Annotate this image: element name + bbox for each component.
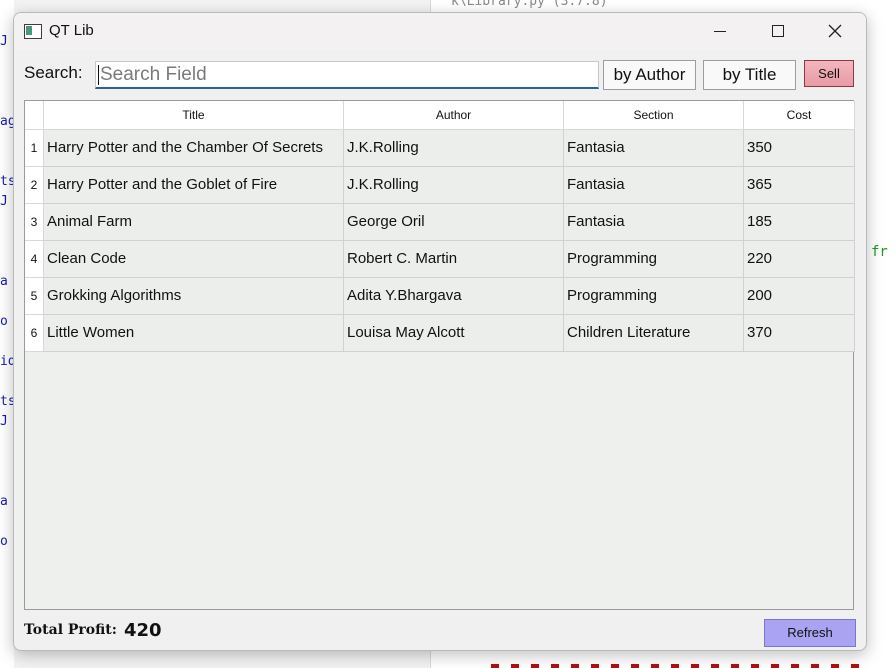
bg-glyph: J — [0, 414, 8, 429]
column-header-section[interactable]: Section — [564, 101, 744, 130]
bg-code-line — [491, 664, 871, 668]
window-title: QT Lib — [49, 22, 94, 39]
cell-author[interactable]: J.K.Rolling — [344, 167, 564, 204]
row-header[interactable]: 4 — [25, 241, 44, 278]
cell-section[interactable]: Fantasia — [564, 204, 744, 241]
close-icon[interactable] — [806, 13, 864, 50]
cell-section[interactable]: Programming — [564, 241, 744, 278]
cell-section[interactable]: Programming — [564, 278, 744, 315]
bg-code-fragment: fr — [871, 244, 888, 260]
row-header[interactable]: 2 — [25, 167, 44, 204]
cell-title[interactable]: Little Women — [44, 315, 344, 352]
cell-cost[interactable]: 370 — [744, 315, 855, 352]
cell-cost[interactable]: 200 — [744, 278, 855, 315]
background-editor-left: J ag ts J a o id ts J a o — [0, 0, 16, 668]
cell-cost[interactable]: 350 — [744, 130, 855, 167]
row-header[interactable]: 3 — [25, 204, 44, 241]
column-header-author[interactable]: Author — [344, 101, 564, 130]
search-input[interactable] — [95, 61, 599, 89]
window-app-icon — [24, 24, 42, 39]
cell-title[interactable]: Harry Potter and the Chamber Of Secrets — [44, 130, 344, 167]
bg-glyph: J — [0, 194, 8, 209]
cell-author[interactable]: Adita Y.Bhargava — [344, 278, 564, 315]
cell-section[interactable]: Fantasia — [564, 167, 744, 204]
total-profit-label: Total Profit: — [24, 622, 117, 638]
bg-editor-tab: k\Library.py (3.7.8) — [451, 0, 608, 9]
row-header[interactable]: 5 — [25, 278, 44, 315]
text-caret — [98, 65, 99, 85]
title-bar[interactable]: QT Lib — [14, 13, 866, 50]
cell-author[interactable]: George Oril — [344, 204, 564, 241]
cell-title[interactable]: Clean Code — [44, 241, 344, 278]
bg-glyph: o — [0, 534, 8, 549]
bg-glyph: a — [0, 274, 8, 289]
row-header[interactable]: 1 — [25, 130, 44, 167]
table-corner[interactable] — [25, 101, 44, 130]
bg-glyph: o — [0, 314, 8, 329]
maximize-icon[interactable] — [748, 13, 806, 50]
column-header-title[interactable]: Title — [44, 101, 344, 130]
refresh-button[interactable]: Refresh — [764, 619, 856, 647]
bg-glyph: J — [0, 34, 8, 49]
cell-title[interactable]: Harry Potter and the Goblet of Fire — [44, 167, 344, 204]
bg-glyph: a — [0, 494, 8, 509]
cell-title[interactable]: Animal Farm — [44, 204, 344, 241]
row-header[interactable]: 6 — [25, 315, 44, 352]
minimize-icon[interactable] — [690, 13, 748, 50]
cell-cost[interactable]: 185 — [744, 204, 855, 241]
search-label: Search: — [24, 63, 83, 82]
cell-title[interactable]: Grokking Algorithms — [44, 278, 344, 315]
cell-author[interactable]: Louisa May Alcott — [344, 315, 564, 352]
cell-cost[interactable]: 365 — [744, 167, 855, 204]
cell-cost[interactable]: 220 — [744, 241, 855, 278]
cell-author[interactable]: J.K.Rolling — [344, 130, 564, 167]
cell-section[interactable]: Fantasia — [564, 130, 744, 167]
books-table[interactable]: Title Author Section Cost 1 Harry Potter… — [24, 100, 855, 610]
cell-author[interactable]: Robert C. Martin — [344, 241, 564, 278]
search-by-author-button[interactable]: by Author — [603, 60, 696, 90]
search-by-title-button[interactable]: by Title — [703, 60, 796, 90]
app-window: QT Lib Search: by Author by Title Sell T… — [13, 12, 867, 651]
sell-button[interactable]: Sell — [804, 60, 854, 87]
cell-section[interactable]: Children Literature — [564, 315, 744, 352]
column-header-cost[interactable]: Cost — [744, 101, 855, 130]
total-profit-value: 420 — [124, 620, 162, 641]
